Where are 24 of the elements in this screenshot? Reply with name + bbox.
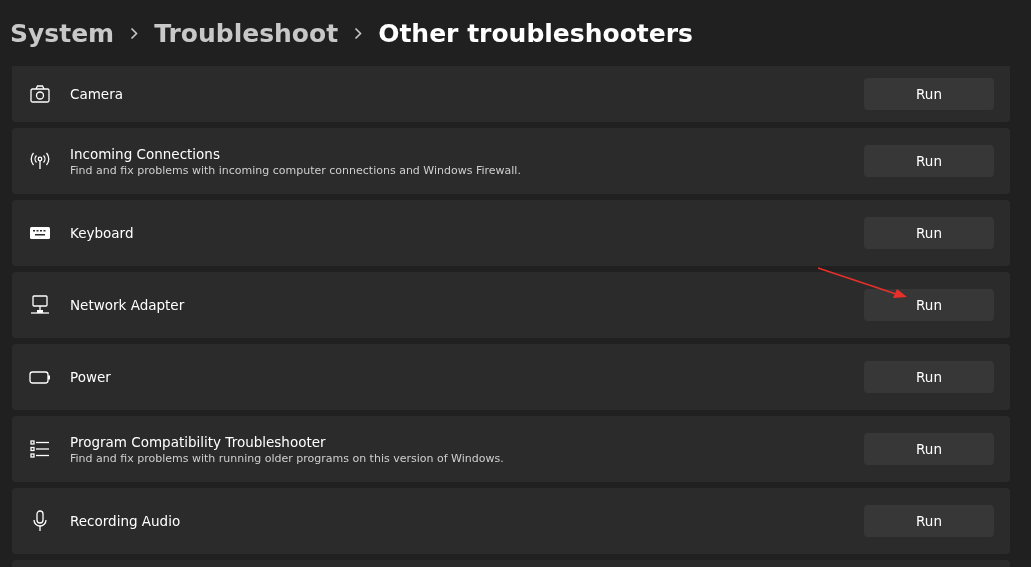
run-button[interactable]: Run (864, 505, 994, 537)
computer-icon (28, 293, 52, 317)
run-button[interactable]: Run (864, 78, 994, 110)
chevron-icon (354, 26, 363, 40)
troubleshooter-title: Camera (70, 85, 124, 103)
troubleshooter-title: Program Compatibility Troubleshooter (70, 432, 327, 451)
camera-icon (28, 82, 52, 106)
run-button[interactable]: Run (864, 433, 994, 465)
chevron-icon (130, 26, 139, 40)
page-title: Other troubleshooters (378, 20, 693, 46)
run-button[interactable]: Run (864, 361, 994, 393)
breadcrumb-link[interactable]: System (10, 20, 115, 46)
run-button[interactable]: Run (864, 145, 994, 177)
run-button[interactable]: Run (864, 217, 994, 249)
troubleshooter-title: Network Adapter (70, 296, 186, 314)
troubleshooter-title: Keyboard (70, 224, 135, 242)
troubleshooter-title: Incoming Connections (70, 144, 221, 163)
troubleshooter-title: Recording Audio (70, 512, 182, 530)
list-icon (28, 437, 52, 461)
breadcrumb-link[interactable]: Troubleshoot (154, 20, 339, 46)
run-button[interactable]: Run (864, 289, 994, 321)
troubleshooter-description: Find and fix problems with incoming computer connections and Windows Firewall. (70, 162, 522, 178)
troubleshooter-description: Find and fix problems with running older programs on this version of Windows. (70, 450, 505, 466)
troubleshooter-title: Power (70, 368, 112, 386)
